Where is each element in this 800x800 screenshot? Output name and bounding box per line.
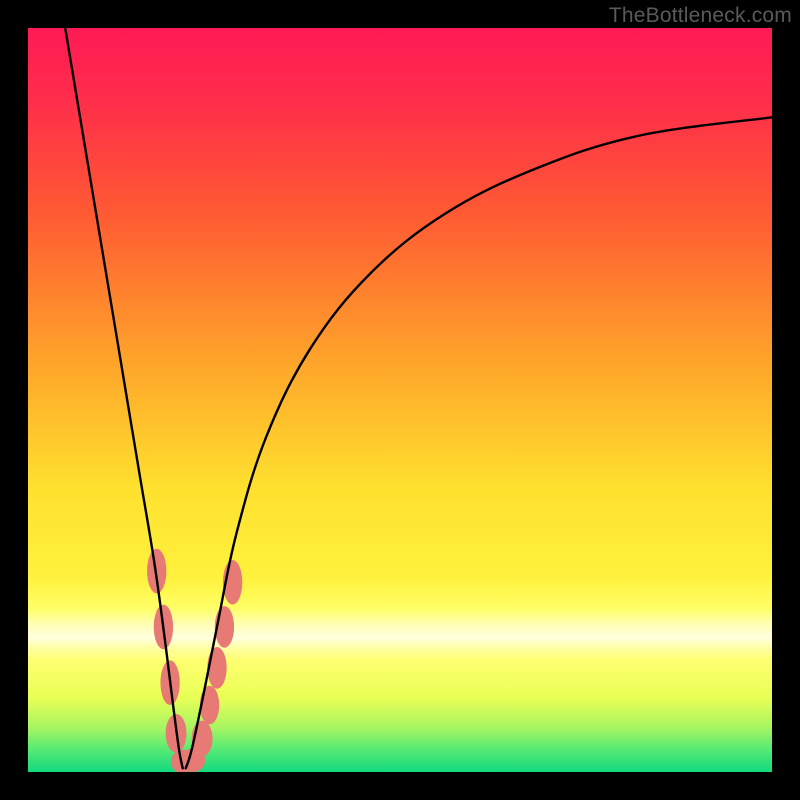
chart-frame: TheBottleneck.com [0, 0, 800, 800]
chart-svg [28, 28, 772, 772]
gradient-background [28, 28, 772, 772]
data-blob [200, 686, 219, 725]
data-blob [207, 647, 226, 689]
watermark-text: TheBottleneck.com [609, 4, 792, 28]
plot-area [28, 28, 772, 772]
